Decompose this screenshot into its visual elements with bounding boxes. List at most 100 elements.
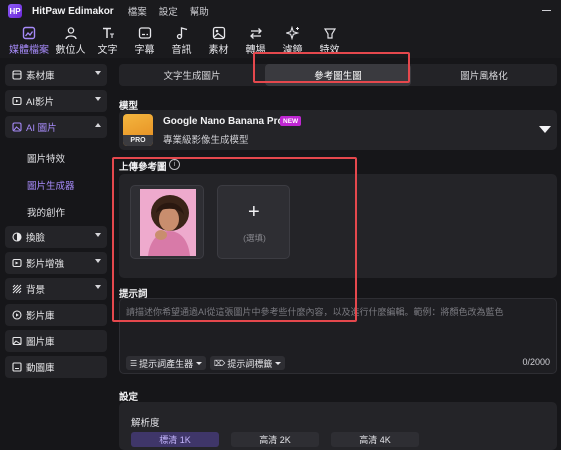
sidebar-item-label: 背景 [26,285,46,296]
tool-materials[interactable]: 素材 [200,22,237,58]
tool-label: 特效 [319,45,340,56]
prompt-input[interactable]: 請描述你希望通過AI從這張圖片中參考些什麼內容，以及進行什麼編輯。範例：將顏色改… [119,298,557,374]
model-thumbnail: PRO [123,114,153,146]
sidebar-item-library[interactable]: 素材庫 [5,64,107,86]
menu-file[interactable]: 檔案 [128,4,147,18]
sidebar-item-face-swap[interactable]: 換臉 [5,226,107,248]
model-selector[interactable]: PRO Google Nano Banana Pro NEW 專業級影像生成模型 [119,110,557,150]
effects-icon [323,26,337,40]
model-name: Google Nano Banana Pro [163,116,284,127]
gif-library-icon [12,362,22,372]
tool-text[interactable]: 文字 [89,22,126,58]
sidebar-item-label: 素材庫 [26,71,55,82]
tool-media-files[interactable]: 媒體檔案 [6,22,52,58]
tool-label: 數位人 [55,45,86,56]
new-badge: NEW [280,116,302,126]
upload-section-label: 上傳參考圖 [119,162,167,173]
sidebar-item-background[interactable]: 背景 [5,278,107,300]
tool-transition[interactable]: 轉場 [237,22,274,58]
menu-settings[interactable]: 設定 [159,4,178,18]
sidebar-item-label: 動圖庫 [26,363,55,374]
sidebar: 素材庫 AI影片 AI 圖片 圖片特效 圖片生成器 我的創作 換臉 影片增強 背… [0,58,113,450]
video-enhance-icon [12,258,22,268]
sidebar-item-gif-library[interactable]: 動圖庫 [5,356,107,378]
sidebar-item-ai-video[interactable]: AI影片 [5,90,107,112]
tool-subtitle[interactable]: 字幕 [126,22,163,58]
resolution-1k-button[interactable]: 標清 1K [131,432,219,447]
materials-icon [212,26,226,40]
tool-label: 音訊 [171,45,192,56]
background-icon [12,284,22,294]
ai-video-icon [12,96,22,106]
sidebar-subitem-my-creations[interactable]: 我的創作 [27,205,65,219]
sidebar-item-label: 影片庫 [26,311,55,322]
reference-image-thumbnail[interactable] [130,185,204,259]
model-description: 專業級影像生成模型 [163,135,249,146]
main-panel: 文字生成圖片 參考圖生圖 圖片風格化 模型 PRO Google Nano Ba… [112,52,561,450]
sidebar-item-label: AI影片 [26,97,54,108]
transition-icon [249,26,263,40]
chevron-down-icon[interactable] [539,126,551,133]
chevron-down-icon [95,259,101,263]
tool-label: 濾鏡 [282,45,303,56]
tool-effects[interactable]: 特效 [311,22,348,58]
filter-sparkle-icon [285,26,300,40]
tool-label: 素材 [208,45,229,56]
sidebar-item-label: AI 圖片 [26,123,57,134]
tag-icon: ⌦ [214,358,226,368]
pro-badge: PRO [123,135,153,146]
character-counter: 0/2000 [522,357,550,367]
tool-audio[interactable]: 音訊 [163,22,200,58]
prompt-generator-button[interactable]: ☰ 提示詞產生器 [126,356,207,370]
main-toolbar: 媒體檔案 數位人 文字 字幕 音訊 素材 轉場 濾鏡 特效 [0,22,561,58]
sidebar-item-video-library[interactable]: 影片庫 [5,304,107,326]
sidebar-subitem-image-effects[interactable]: 圖片特效 [27,151,65,165]
tab-image-to-image[interactable]: 參考圖生圖 [265,64,411,86]
tab-text-to-image[interactable]: 文字生成圖片 [119,64,265,86]
minimize-icon[interactable] [542,10,551,11]
optional-label: (選填) [243,233,266,243]
sidebar-item-image-library[interactable]: 圖片庫 [5,330,107,352]
title-bar: HP HitPaw Edimakor 檔案 設定 幫助 [0,0,561,22]
chevron-down-icon [95,97,101,101]
resolution-2k-button[interactable]: 高清 2K [231,432,319,447]
ai-image-icon [12,122,22,132]
image-library-icon [12,336,22,346]
chevron-down-icon [95,71,101,75]
audio-icon [175,26,189,40]
tool-avatar[interactable]: 數位人 [52,22,89,58]
resolution-label: 解析度 [131,418,160,429]
plus-icon: + [248,201,260,223]
tool-label: 媒體檔案 [9,45,49,56]
caret-down-icon [196,361,203,365]
tab-image-stylize[interactable]: 圖片風格化 [411,64,557,86]
info-icon[interactable]: i [169,159,180,170]
sidebar-item-video-enhance[interactable]: 影片增強 [5,252,107,274]
mode-tabs: 文字生成圖片 參考圖生圖 圖片風格化 [119,64,557,86]
tool-label: 文字 [97,45,118,56]
add-reference-image-button[interactable]: + (選填) [217,185,290,259]
prompt-tags-button[interactable]: ⌦ 提示詞標籤 [210,356,286,370]
subtitle-icon [138,26,152,40]
chevron-up-icon [95,123,101,127]
app-title: HitPaw Edimakor [32,5,114,17]
resolution-4k-button[interactable]: 高清 4K [331,432,419,447]
menu-help[interactable]: 幫助 [190,4,209,18]
video-library-icon [12,310,22,320]
settings-section-label: 設定 [119,392,139,403]
chevron-down-icon [95,285,101,289]
chevron-down-icon [95,233,101,237]
avatar-person-icon [64,26,78,40]
face-swap-icon [12,232,22,242]
sidebar-item-ai-image[interactable]: AI 圖片 [5,116,107,138]
sidebar-item-label: 換臉 [26,233,46,244]
sidebar-subitem-image-generator[interactable]: 圖片生成器 [27,178,75,192]
caret-down-icon [275,361,282,365]
prompt-tags-label: 提示詞標籤 [227,358,273,369]
tool-label: 轉場 [245,45,266,56]
prompt-placeholder: 請描述你希望通過AI從這張圖片中參考些什麼內容，以及進行什麼編輯。範例：將顏色改… [126,307,504,317]
tool-filter[interactable]: 濾鏡 [274,22,311,58]
tool-label: 字幕 [134,45,155,56]
reference-image [140,189,196,256]
app-logo-icon: HP [8,4,22,18]
